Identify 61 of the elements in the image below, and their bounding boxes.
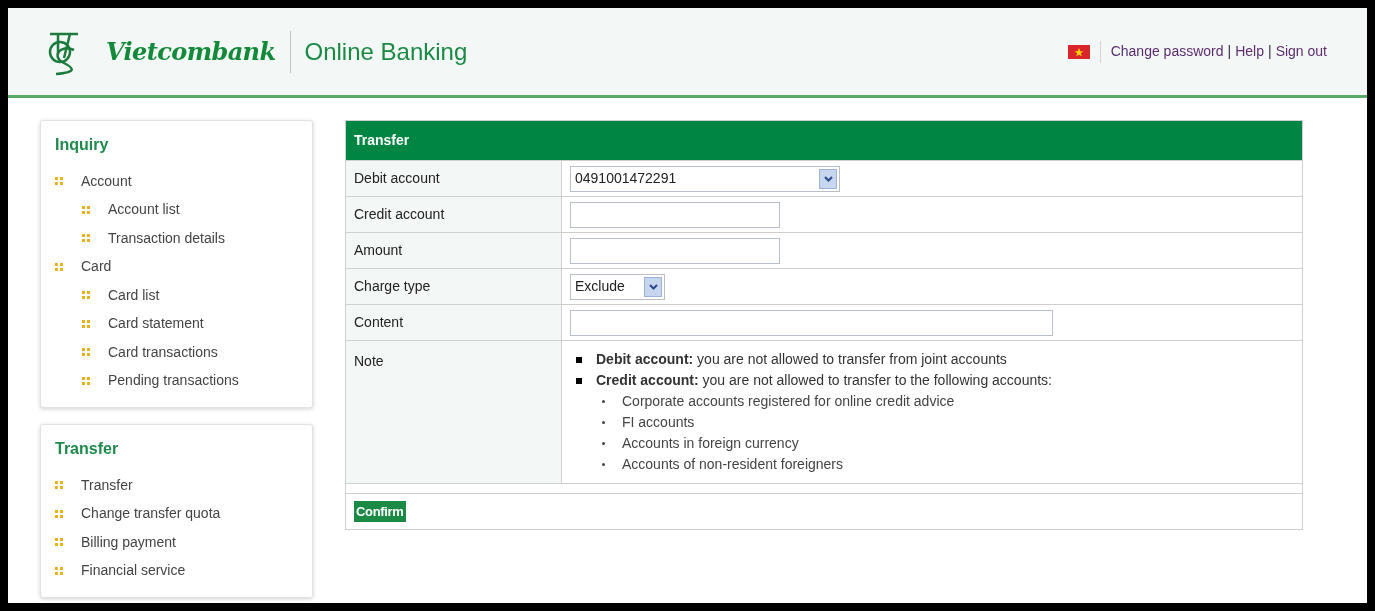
menu-item[interactable]: Billing payment: [81, 531, 176, 553]
menu-item[interactable]: Change transfer quota: [81, 503, 221, 525]
field-label: Amount: [354, 241, 403, 260]
bullet-icon: [55, 262, 63, 271]
brand-name: Vietcombank: [106, 35, 276, 68]
product-name: Online Banking: [304, 36, 468, 67]
bullet-icon: [602, 421, 605, 424]
bullet-icon: [602, 442, 605, 445]
bullet-icon: [576, 377, 582, 384]
panel-title: Transfer: [346, 121, 1302, 160]
header-link[interactable]: Help: [1235, 41, 1264, 62]
separator: |: [1268, 42, 1272, 61]
menu-item[interactable]: Financial service: [81, 560, 186, 582]
caret-icon: [819, 168, 837, 189]
menu-item[interactable]: Transaction details: [108, 227, 225, 249]
note-text: Accounts of non-resident foreigners: [622, 455, 843, 474]
section-title: Transfer: [55, 439, 120, 459]
bullet-icon: [82, 291, 90, 300]
field-label: Debit account: [354, 169, 440, 188]
dropdown[interactable]: 0491001472291: [570, 165, 840, 192]
menu-item[interactable]: Account: [81, 170, 132, 192]
menu-item[interactable]: Card transactions: [108, 341, 218, 363]
menu-item[interactable]: Account list: [108, 199, 180, 221]
field-label: Charge type: [354, 277, 431, 296]
bullet-icon: [602, 463, 605, 466]
confirm-button[interactable]: Confirm: [354, 500, 406, 523]
menu-item[interactable]: Card list: [108, 284, 160, 306]
bullet-icon: [82, 205, 90, 214]
input-field[interactable]: [570, 309, 1053, 336]
header-link[interactable]: Sign out: [1275, 41, 1327, 62]
note-text: Corporate accounts registered for online credit advice: [622, 392, 955, 411]
note-text: Credit account: you are not allowed to transfer to the following accounts:: [596, 371, 1052, 390]
section-title: Inquiry: [55, 135, 110, 155]
input-field[interactable]: [570, 237, 780, 264]
bullet-icon: [576, 356, 582, 363]
input-field[interactable]: [570, 201, 780, 228]
menu-item[interactable]: Card statement: [108, 313, 204, 335]
note-text: FI accounts: [622, 413, 695, 432]
field-label: Content: [354, 313, 404, 332]
bullet-icon: [55, 509, 63, 518]
bullet-icon: [82, 348, 90, 357]
bullet-icon: [55, 566, 63, 575]
bullet-icon: [82, 376, 90, 385]
bullet-icon: [82, 319, 90, 328]
bullet-icon: [602, 400, 605, 403]
note-text: Debit account: you are not allowed to transfer from joint accounts: [596, 350, 1007, 369]
dropdown[interactable]: Exclude: [570, 273, 665, 300]
bullet-icon: [55, 538, 63, 547]
menu-item[interactable]: Pending transactions: [108, 370, 239, 392]
vietnam-flag-icon[interactable]: [1067, 44, 1090, 59]
note-text: Accounts in foreign currency: [622, 434, 799, 453]
bullet-icon: [55, 177, 63, 186]
bullet-icon: [82, 234, 90, 243]
menu-item[interactable]: Transfer: [81, 474, 133, 496]
bullet-icon: [55, 481, 63, 490]
menu-item[interactable]: Card: [81, 256, 112, 278]
field-label: Credit account: [354, 205, 445, 224]
header-link[interactable]: Change password: [1110, 41, 1224, 62]
field-label: Note: [354, 352, 384, 371]
caret-icon: [644, 276, 662, 297]
separator: |: [1227, 42, 1232, 61]
